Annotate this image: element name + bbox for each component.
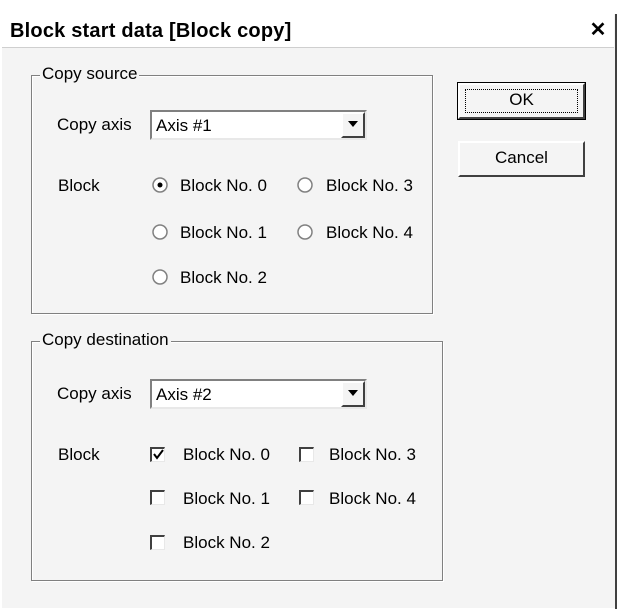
chevron-down-icon: [348, 390, 358, 396]
checkmark-icon: [153, 449, 164, 460]
ok-button[interactable]: OK: [457, 82, 586, 120]
cancel-button[interactable]: Cancel: [458, 141, 585, 177]
radio-selected-icon[interactable]: [152, 177, 168, 193]
source-radio-label[interactable]: Block No. 2: [180, 268, 267, 288]
destination-check-label[interactable]: Block No. 0: [183, 445, 270, 465]
radio-icon[interactable]: [152, 269, 168, 285]
cancel-button-label: Cancel: [495, 148, 548, 167]
copy-source-legend: Copy source: [40, 64, 140, 84]
destination-axis-value: Axis #2: [156, 385, 212, 404]
destination-axis-dropdown-button[interactable]: [341, 381, 365, 407]
source-axis-value: Axis #1: [156, 116, 212, 135]
window-title: Block start data [Block copy]: [10, 20, 292, 42]
radio-icon[interactable]: [297, 177, 313, 193]
destination-block-label: Block: [58, 445, 100, 464]
checkbox[interactable]: [150, 490, 165, 505]
title-bar[interactable]: Block start data [Block copy] ✕: [2, 14, 614, 48]
source-radio-label[interactable]: Block No. 3: [326, 176, 413, 196]
destination-check-label[interactable]: Block No. 3: [329, 445, 416, 465]
radio-icon[interactable]: [297, 224, 313, 240]
source-block-label: Block: [58, 176, 100, 195]
copy-destination-legend: Copy destination: [40, 330, 171, 350]
destination-check-label[interactable]: Block No. 1: [183, 489, 270, 509]
radio-icon[interactable]: [152, 224, 168, 240]
destination-check-label[interactable]: Block No. 4: [329, 489, 416, 509]
checkbox[interactable]: [150, 535, 165, 550]
source-radio-label[interactable]: Block No. 4: [326, 223, 413, 243]
checkbox[interactable]: [299, 447, 314, 462]
destination-check-label[interactable]: Block No. 2: [183, 533, 270, 553]
close-icon[interactable]: ✕: [586, 19, 610, 41]
source-axis-dropdown-button[interactable]: [341, 112, 365, 138]
focus-indicator: [465, 89, 578, 113]
destination-axis-select[interactable]: Axis #2: [150, 379, 367, 409]
destination-copy-axis-label: Copy axis: [57, 384, 132, 403]
chevron-down-icon: [348, 121, 358, 127]
source-axis-select[interactable]: Axis #1: [150, 110, 367, 140]
source-radio-label[interactable]: Block No. 0: [180, 176, 267, 196]
source-radio-label[interactable]: Block No. 1: [180, 223, 267, 243]
checkbox[interactable]: [299, 490, 314, 505]
source-copy-axis-label: Copy axis: [57, 115, 132, 134]
checkbox-checked[interactable]: [150, 447, 165, 462]
